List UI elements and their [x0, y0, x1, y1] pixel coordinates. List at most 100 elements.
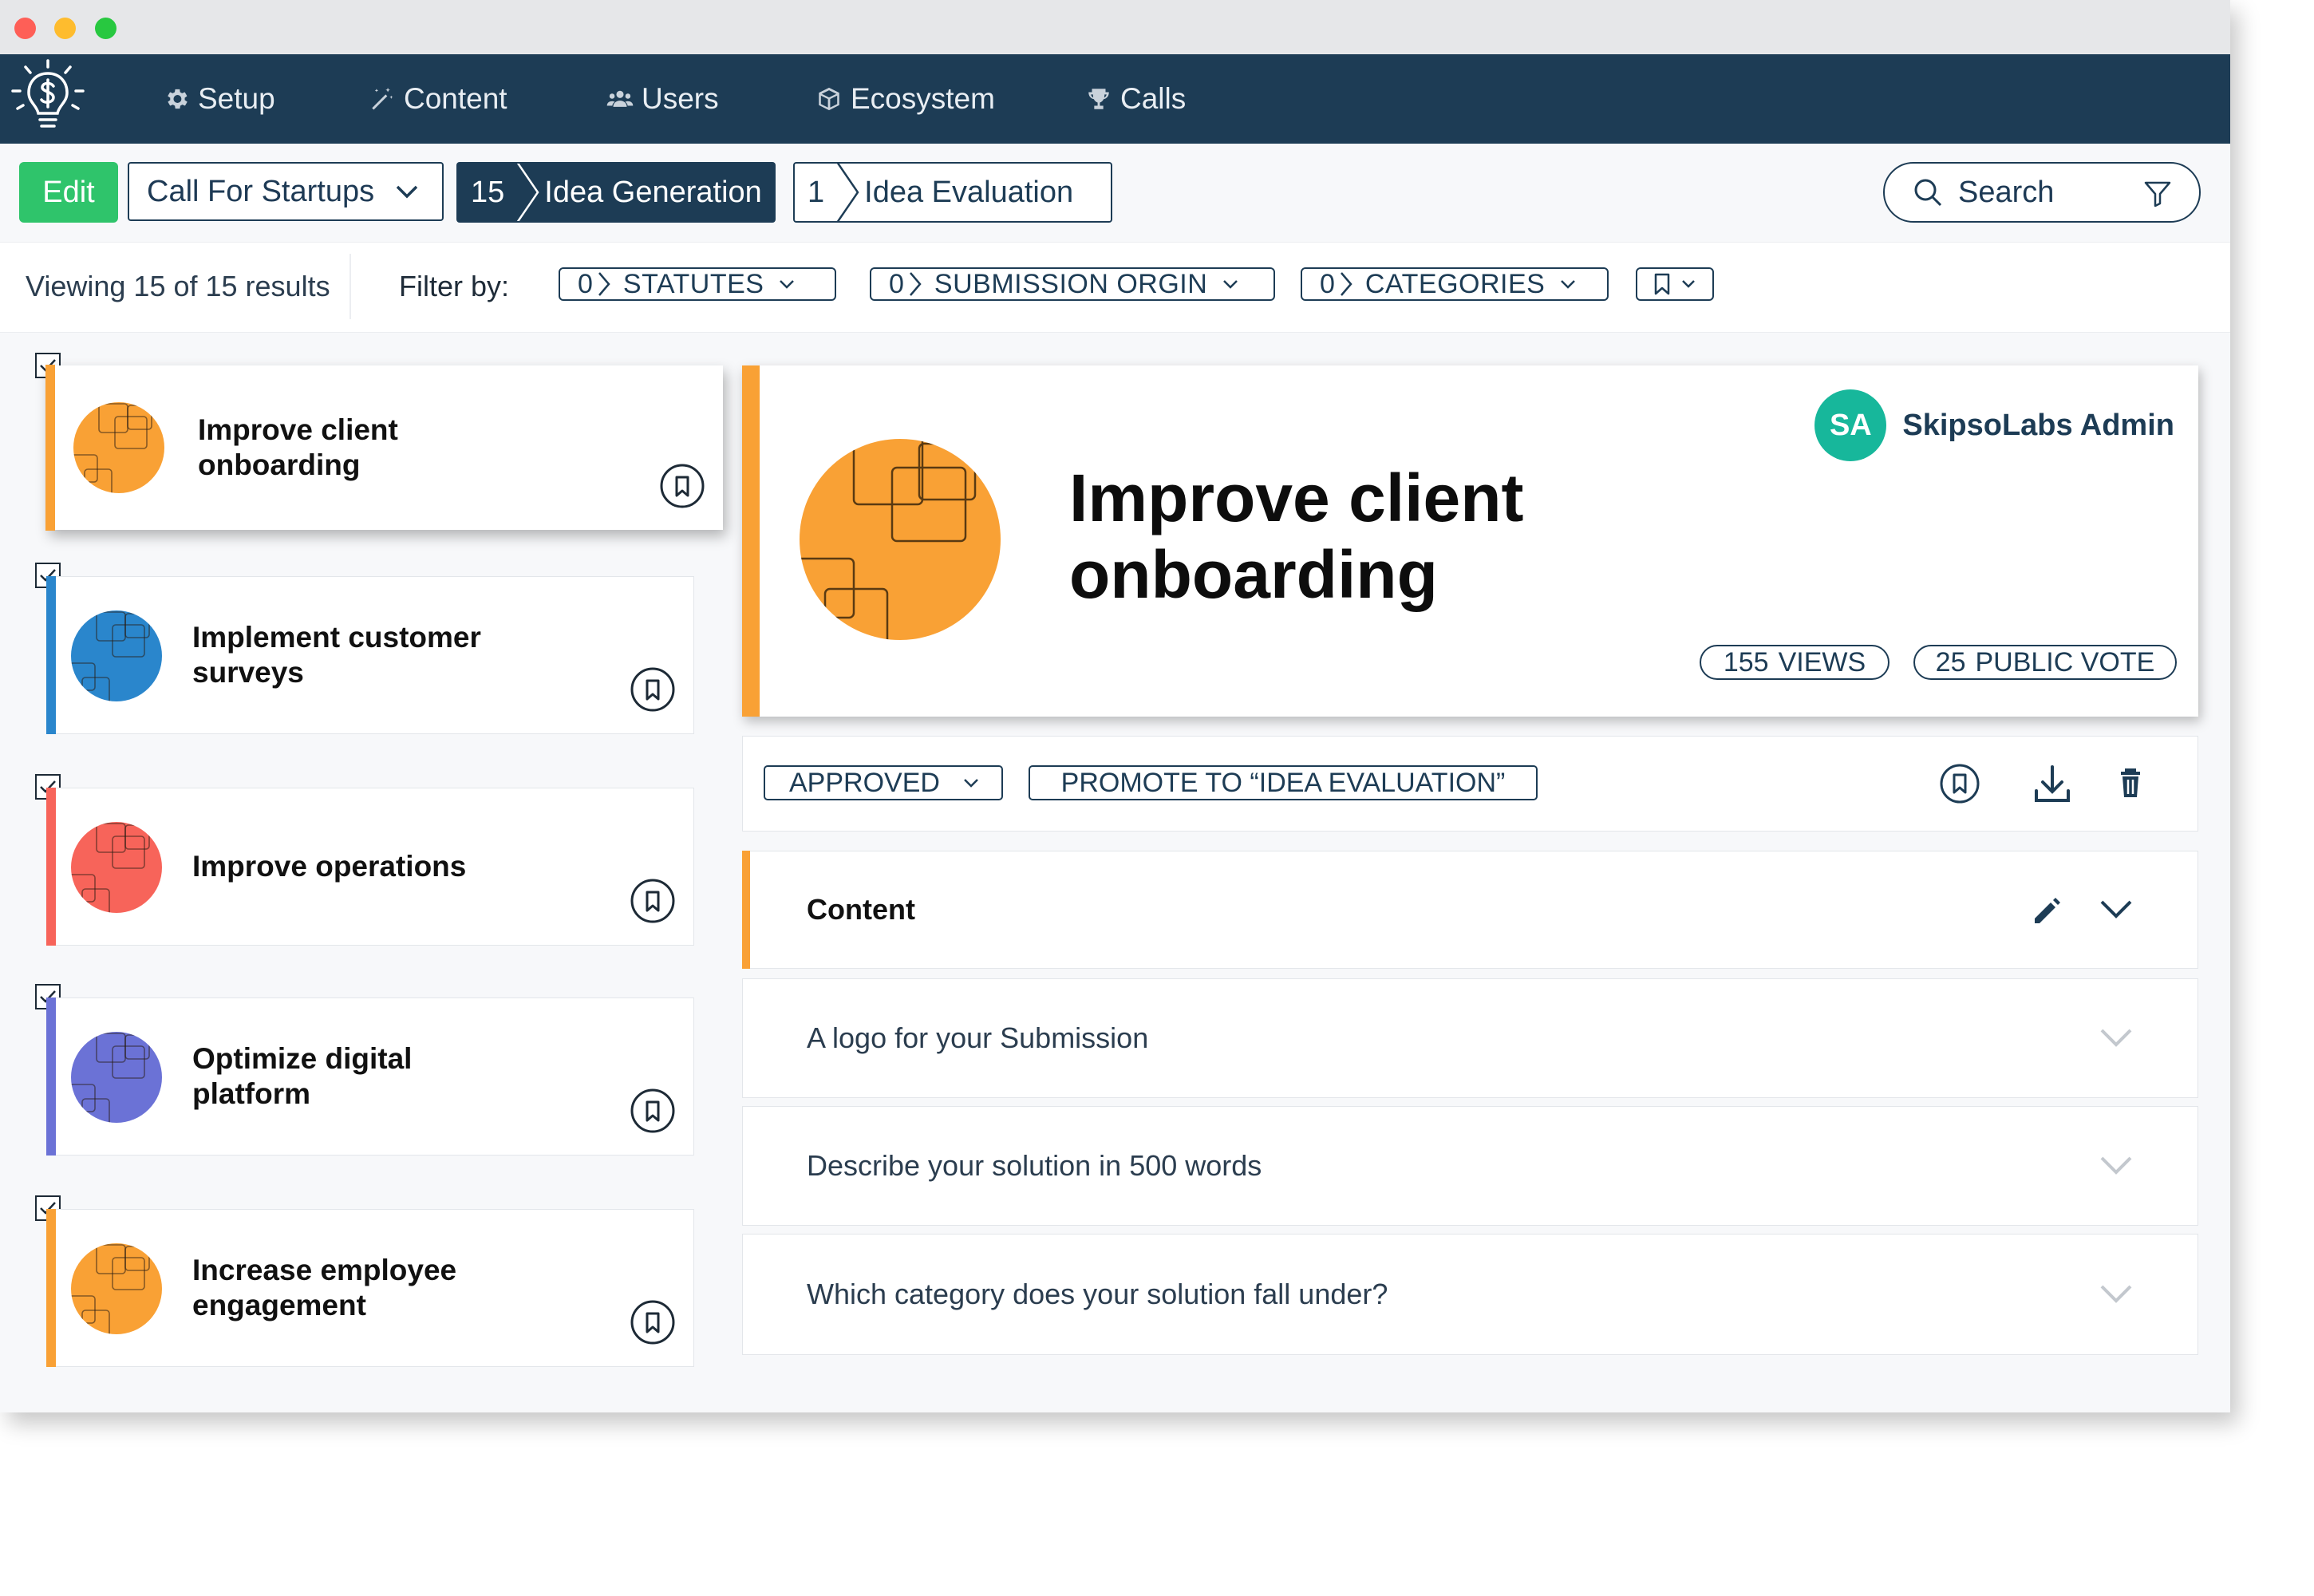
trash-icon[interactable]: [2109, 762, 2152, 805]
trophy-icon: [1088, 89, 1109, 109]
filter-icon[interactable]: [2143, 180, 2172, 208]
accent-bar: [46, 788, 56, 946]
bookmark-icon[interactable]: [659, 463, 705, 509]
statutes-filter[interactable]: 0 STATUTES: [559, 267, 836, 301]
chevron-down-icon: [1682, 280, 1695, 288]
section-title: Which category does your solution fall u…: [807, 1278, 1388, 1310]
bookmark-icon[interactable]: [1938, 762, 1981, 805]
idea-avatar: [71, 822, 162, 913]
nav-ecosystem[interactable]: Ecosystem: [815, 54, 995, 144]
owner-badge[interactable]: SA SkipsoLabs Admin: [1814, 389, 2174, 461]
accent-bar: [46, 1209, 56, 1367]
skipso-logo-icon[interactable]: [6, 56, 89, 139]
minimize-window-button[interactable]: [54, 18, 76, 39]
logo-question-section[interactable]: A logo for your Submission: [742, 978, 2198, 1098]
chevron-down-icon: [780, 280, 795, 289]
nav-users[interactable]: Users: [606, 54, 719, 144]
idea-card[interactable]: Implement customer surveys: [46, 576, 694, 734]
public-vote-pill: 25 PUBLIC VOTE: [1913, 645, 2177, 680]
filter-count: 0: [889, 268, 904, 299]
chevron-down-icon: [2100, 1029, 2132, 1047]
accent-bar: [742, 365, 760, 717]
views-label: VIEWS: [1778, 646, 1866, 678]
votes-label: PUBLIC VOTE: [1975, 646, 2155, 678]
close-window-button[interactable]: [14, 18, 36, 39]
avatar: SA: [1814, 389, 1887, 461]
call-select-dropdown[interactable]: Call For Startups: [128, 162, 444, 221]
bookmark-icon[interactable]: [630, 1299, 676, 1345]
filter-label: SUBMISSION ORGIN: [934, 268, 1208, 299]
search-icon: [1914, 179, 1942, 207]
nav-users-label: Users: [642, 82, 719, 115]
stage-arrow-icon: [836, 164, 859, 221]
idea-avatar: [71, 1032, 162, 1123]
idea-card[interactable]: Increase employee engagement: [46, 1209, 694, 1367]
idea-title: Increase employee engagement: [192, 1254, 457, 1321]
gear-icon: [168, 89, 188, 109]
edit-button[interactable]: Edit: [19, 162, 118, 223]
chevron-down-icon: [396, 185, 418, 199]
stage-idea-evaluation[interactable]: 1 Idea Evaluation: [793, 162, 1112, 223]
idea-title: Improve client onboarding: [1069, 460, 1524, 612]
status-dropdown[interactable]: APPROVED: [764, 765, 1003, 800]
bookmark-icon[interactable]: [630, 666, 676, 713]
filter-count: 0: [578, 268, 593, 299]
nav-setup[interactable]: Setup: [163, 54, 275, 144]
bookmark-icon[interactable]: [630, 1088, 676, 1134]
solution-description-section[interactable]: Describe your solution in 500 words: [742, 1106, 2198, 1226]
categories-filter[interactable]: 0 CATEGORIES: [1301, 267, 1609, 301]
magic-wand-icon: [372, 87, 393, 110]
idea-card[interactable]: Optimize digital platform: [46, 998, 694, 1156]
idea-avatar: [73, 402, 164, 493]
bookmark-icon[interactable]: [630, 878, 676, 924]
results-count: Viewing 15 of 15 results: [26, 270, 330, 302]
idea-card[interactable]: Improve operations: [46, 788, 694, 946]
accent-bar: [45, 365, 55, 531]
chevron-down-icon: [1223, 280, 1238, 289]
idea-title: Improve operations: [192, 850, 467, 883]
chevron-down-icon: [2100, 1156, 2132, 1175]
filter-by-label: Filter by:: [399, 270, 510, 302]
maximize-window-button[interactable]: [95, 18, 116, 39]
divider: [349, 254, 351, 319]
bookmark-filter[interactable]: [1636, 267, 1714, 301]
download-icon[interactable]: [2031, 762, 2074, 805]
idea-avatar: [800, 439, 1001, 640]
status-value: APPROVED: [789, 767, 940, 798]
nav-calls[interactable]: Calls: [1085, 54, 1186, 144]
chevron-right-icon: [1340, 272, 1352, 296]
category-question-section[interactable]: Which category does your solution fall u…: [742, 1234, 2198, 1355]
idea-title: Optimize digital platform: [192, 1042, 413, 1110]
accent-bar: [46, 576, 56, 734]
views-count: 155: [1723, 646, 1769, 678]
promote-button[interactable]: PROMOTE TO “IDEA EVALUATION”: [1029, 765, 1538, 800]
search-placeholder: Search: [1958, 175, 2055, 209]
stage-label: Idea Generation: [544, 175, 762, 209]
stage-count: 1: [808, 175, 825, 209]
accent-bar: [742, 851, 750, 969]
idea-card[interactable]: Improve client onboarding: [45, 365, 723, 531]
stage-count: 15: [471, 175, 505, 209]
chevron-down-icon: [1561, 280, 1576, 289]
call-select-value: Call For Startups: [147, 174, 375, 208]
content-section-header[interactable]: Content: [742, 851, 2198, 969]
nav-ecosystem-label: Ecosystem: [851, 82, 995, 115]
stage-idea-generation[interactable]: 15 Idea Generation: [456, 162, 776, 223]
nav-content[interactable]: Content: [369, 54, 507, 144]
pencil-icon[interactable]: [2030, 895, 2063, 928]
chevron-right-icon: [598, 272, 610, 296]
submission-origin-filter[interactable]: 0 SUBMISSION ORGIN: [870, 267, 1275, 301]
chevron-down-icon[interactable]: [2099, 899, 2134, 921]
votes-count: 25: [1935, 646, 1966, 678]
window-title-bar: [0, 0, 2230, 54]
nav-setup-label: Setup: [198, 82, 275, 115]
stage-arrow-icon: [517, 164, 539, 221]
idea-detail-header: Improve client onboarding SA SkipsoLabs …: [742, 365, 2198, 717]
idea-actions-bar: APPROVED PROMOTE TO “IDEA EVALUATION”: [742, 736, 2198, 832]
accent-bar: [46, 998, 56, 1156]
search-input[interactable]: Search: [1883, 162, 2201, 223]
idea-title: Implement customer surveys: [192, 621, 481, 689]
chevron-down-icon: [964, 779, 978, 788]
stage-label: Idea Evaluation: [864, 175, 1074, 209]
idea-title: Improve client onboarding: [198, 413, 398, 481]
